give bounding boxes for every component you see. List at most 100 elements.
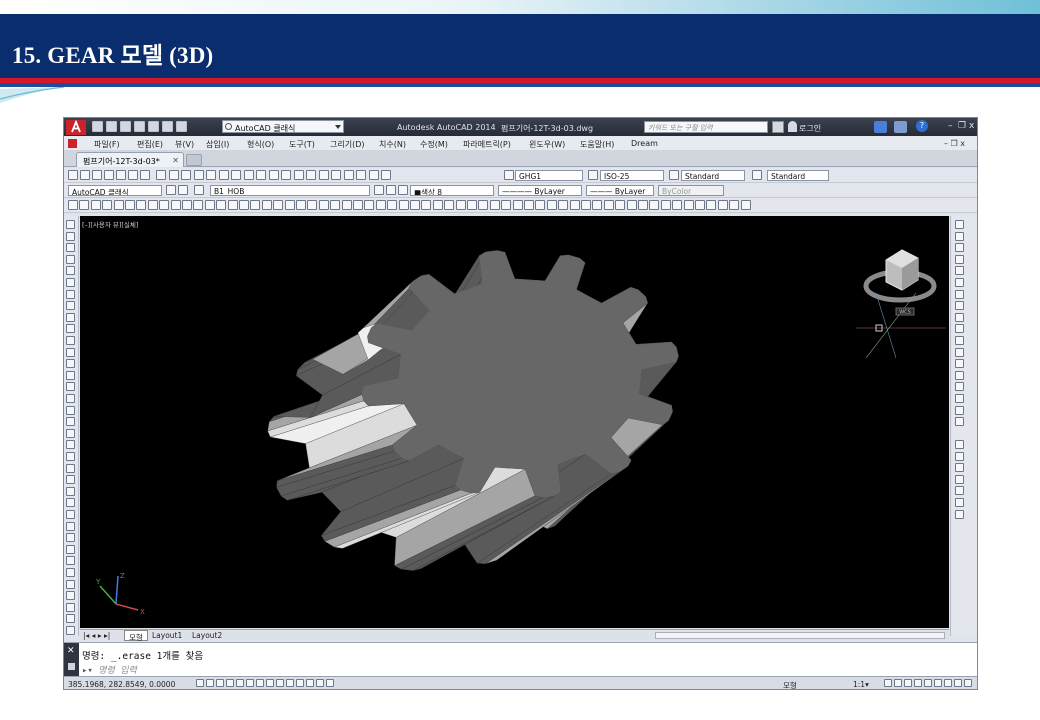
tab-model[interactable]: 모형	[124, 630, 148, 642]
standard-button-icon[interactable]	[140, 170, 150, 180]
view-button-icon[interactable]	[524, 200, 534, 210]
draw-tool-icon[interactable]	[66, 568, 75, 577]
draw-tool-icon[interactable]	[66, 289, 75, 299]
view-button-icon[interactable]	[740, 200, 751, 210]
modify-tool-icon[interactable]	[955, 243, 964, 253]
standard-button-icon[interactable]	[206, 170, 216, 180]
tray-toggle-icon[interactable]	[914, 679, 922, 687]
standard-button-icon[interactable]	[92, 170, 102, 180]
view-button-icon[interactable]	[569, 200, 580, 210]
tab-document[interactable]: 펌프기어-12T-3d-03* ✕	[76, 152, 184, 167]
view-button-icon[interactable]	[512, 200, 523, 210]
draw-tool-icon[interactable]	[66, 475, 75, 485]
view-button-icon[interactable]	[455, 200, 466, 210]
view-button-icon[interactable]	[706, 200, 717, 210]
draw-tool-icon[interactable]	[66, 394, 75, 403]
view-button-icon[interactable]	[375, 200, 386, 210]
standard-button-icon[interactable]	[80, 170, 90, 180]
tray-toggle-icon[interactable]	[924, 679, 932, 687]
draw-tool-icon[interactable]	[66, 556, 75, 566]
view-button-icon[interactable]	[364, 200, 375, 210]
close-icon[interactable]: ✕	[67, 646, 75, 656]
view-button-icon[interactable]	[159, 200, 170, 210]
login-link[interactable]: 로그인	[799, 123, 821, 134]
drafting-toggle-icon[interactable]	[276, 679, 284, 687]
undo-icon[interactable]	[148, 121, 159, 132]
draw-tool-icon[interactable]	[66, 614, 75, 624]
standard-button-icon[interactable]	[504, 170, 514, 180]
standard-button-icon[interactable]	[193, 170, 204, 180]
menu-parametric[interactable]: 파라메트릭(P)	[463, 139, 511, 150]
draw-tool-icon[interactable]	[66, 463, 75, 473]
draw-tool-icon[interactable]	[66, 278, 75, 287]
modify-tool-icon[interactable]	[955, 370, 964, 380]
modify2-tool-icon[interactable]	[955, 474, 964, 484]
viewcube-icon[interactable]: WCS	[856, 238, 946, 358]
help-icon[interactable]: ?	[916, 120, 928, 132]
modify2-tool-icon[interactable]	[955, 451, 964, 461]
drafting-toggle-icon[interactable]	[296, 679, 304, 687]
modify-tool-icon[interactable]	[955, 417, 964, 427]
modify2-tool-icon[interactable]	[955, 440, 964, 449]
annotation-scale[interactable]: 1:1▾	[853, 680, 869, 689]
draw-tool-icon[interactable]	[66, 382, 75, 392]
open-icon[interactable]	[106, 121, 117, 132]
search-input[interactable]: 키워드 또는 구절 입력	[644, 121, 768, 133]
view-button-icon[interactable]	[444, 200, 455, 210]
command-window-handle[interactable]: ✕	[64, 643, 79, 677]
modify2-tool-icon[interactable]	[955, 498, 964, 507]
view-button-icon[interactable]	[672, 200, 683, 210]
standard-button-icon[interactable]	[331, 170, 341, 180]
modify-tool-icon[interactable]	[955, 382, 964, 392]
linetype-select[interactable]: ———— ByLayer	[498, 185, 582, 196]
menu-modify[interactable]: 수정(M)	[420, 139, 448, 150]
view-button-icon[interactable]	[398, 200, 409, 210]
drafting-toggle-icon[interactable]	[236, 679, 244, 687]
view-button-icon[interactable]	[546, 200, 557, 210]
view-button-icon[interactable]	[170, 200, 181, 210]
standard-button-icon[interactable]	[281, 170, 291, 180]
new-tab-button[interactable]	[186, 154, 202, 166]
viewport-controls-label[interactable]: [–][사용자 뷰][실체]	[82, 219, 138, 229]
drafting-toggle-icon[interactable]	[216, 679, 224, 687]
wrench-icon[interactable]	[68, 663, 75, 670]
view-button-icon[interactable]	[216, 200, 227, 210]
view-button-icon[interactable]	[227, 200, 238, 210]
view-button-icon[interactable]	[353, 200, 363, 210]
standard-button-icon[interactable]	[669, 170, 679, 180]
standard-button-icon[interactable]	[268, 170, 279, 180]
save-icon[interactable]	[120, 121, 131, 132]
layer-button-icon[interactable]	[194, 185, 204, 195]
drafting-toggle-icon[interactable]	[196, 679, 204, 687]
menu-window[interactable]: 윈도우(W)	[529, 139, 565, 150]
draw-tool-icon[interactable]	[66, 312, 75, 322]
view-button-icon[interactable]	[147, 200, 158, 210]
tray-toggle-icon[interactable]	[934, 679, 942, 687]
view-button-icon[interactable]	[410, 200, 420, 210]
drafting-toggle-icon[interactable]	[286, 679, 294, 687]
modify-tool-icon[interactable]	[955, 254, 964, 264]
drafting-toggle-icon[interactable]	[316, 679, 324, 687]
save-as-icon[interactable]	[134, 121, 145, 132]
view-button-icon[interactable]	[273, 200, 284, 210]
doc-window-controls[interactable]: – ❐ x	[944, 139, 965, 148]
menu-format[interactable]: 형식(O)	[247, 139, 274, 150]
draw-tool-icon[interactable]	[66, 254, 75, 264]
close-button[interactable]: x	[969, 122, 974, 131]
plot-icon[interactable]	[176, 121, 187, 132]
dim-style-select[interactable]: ISO-25	[600, 170, 664, 181]
drawing-viewport[interactable]: [–][사용자 뷰][실체] WCS X Y Z	[80, 216, 949, 628]
view-button-icon[interactable]	[467, 200, 477, 210]
layer-select[interactable]: B1_HOB	[210, 185, 370, 196]
menu-edit[interactable]: 편집(E)	[137, 139, 163, 150]
modify-tool-icon[interactable]	[955, 347, 964, 357]
multileader-style-select[interactable]: Standard	[767, 170, 829, 181]
view-button-icon[interactable]	[432, 200, 443, 210]
layer-button-icon[interactable]	[374, 185, 384, 195]
view-button-icon[interactable]	[182, 200, 192, 210]
standard-button-icon[interactable]	[318, 170, 329, 180]
view-button-icon[interactable]	[649, 200, 660, 210]
view-button-icon[interactable]	[592, 200, 603, 210]
tray-toggle-icon[interactable]	[964, 679, 972, 687]
new-icon[interactable]	[92, 121, 103, 132]
